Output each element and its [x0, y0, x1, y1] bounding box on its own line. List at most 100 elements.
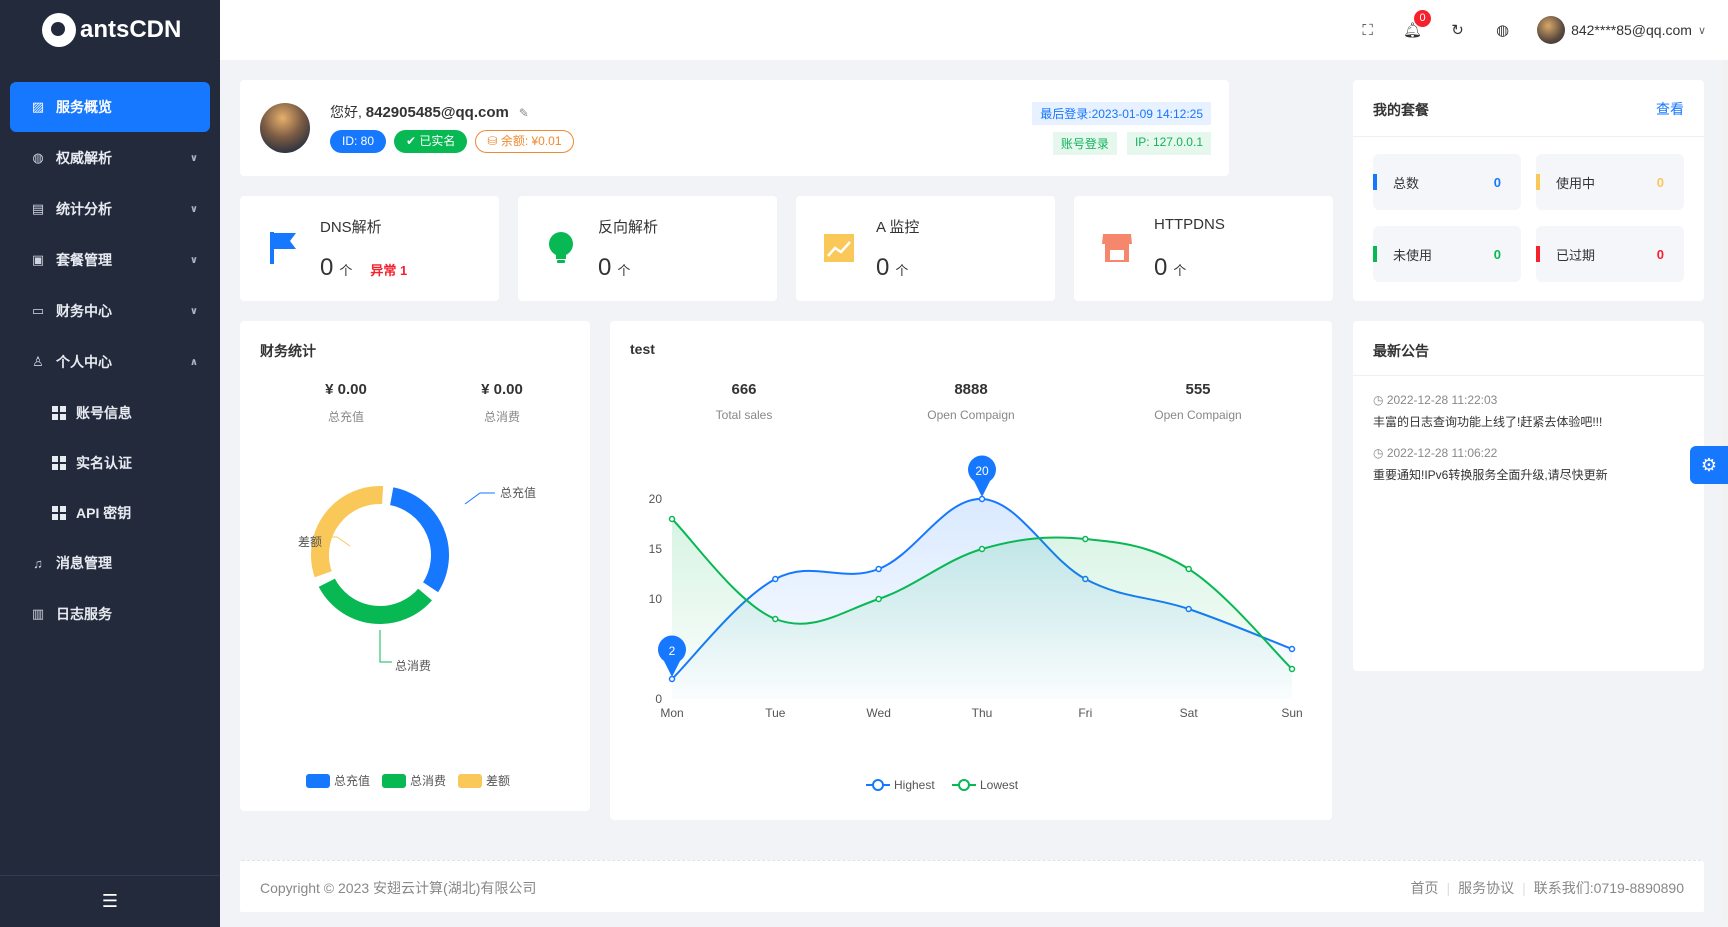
divider	[1353, 136, 1704, 137]
donut-label: 差额	[298, 535, 322, 549]
x-tick-label: Wed	[866, 706, 890, 720]
sidebar-subitem-label: 账号信息	[76, 405, 132, 421]
login-method-badge: 账号登录	[1052, 132, 1117, 155]
footer-link-home[interactable]: 首页	[1411, 878, 1439, 898]
legend-swatch	[458, 774, 482, 788]
login-info: 账号登录 IP: 127.0.0.1	[1052, 132, 1211, 155]
stat-card-reverse-dns[interactable]: 反向解析 0个	[518, 196, 777, 301]
copyright: Copyright © 2023 安翅云计算(湖北)有限公司	[260, 880, 537, 896]
chevron-down-icon: ∨	[189, 305, 198, 317]
refresh-icon[interactable]: ↻	[1435, 21, 1480, 39]
document-icon: ▤	[31, 201, 45, 216]
user-menu[interactable]: 842****85@qq.com ∨	[1537, 16, 1706, 44]
stat-card-httpdns[interactable]: HTTPDNS 0个	[1074, 196, 1333, 301]
sidebar-item-authoritative-dns[interactable]: ◍ 权威解析 ∨	[10, 133, 210, 183]
stat-card-dns[interactable]: DNS解析 0 个 异常 1	[240, 196, 499, 301]
edit-icon[interactable]: ✎	[519, 106, 529, 120]
log-icon: ▥	[31, 606, 45, 621]
chevron-up-icon: ∧	[189, 356, 198, 368]
id-badge: ID: 80	[330, 130, 387, 153]
data-point	[875, 595, 882, 603]
view-package-link[interactable]: 查看	[1656, 99, 1684, 119]
chevron-down-icon: ∨	[189, 254, 198, 266]
y-tick-label: 10	[649, 592, 663, 606]
announcement-item[interactable]: ◷ 2022-12-28 11:22:03 丰富的日志查询功能上线了!赶紧去体验…	[1373, 393, 1684, 430]
stat-unit: 个	[895, 263, 909, 278]
fullscreen-icon[interactable]: ⛶	[1345, 22, 1390, 39]
sidebar-item-logs[interactable]: ▥ 日志服务	[10, 589, 210, 639]
stat-title: A 监控	[876, 219, 920, 236]
clock-icon: ◷	[1373, 446, 1387, 460]
footer-link-agreement[interactable]: 服务协议	[1458, 878, 1514, 898]
stat-title: HTTPDNS	[1154, 216, 1225, 233]
abnormal-count[interactable]: 异常 1	[370, 263, 407, 278]
avatar	[260, 103, 310, 153]
sidebar-item-packages[interactable]: ▣ 套餐管理 ∨	[10, 235, 210, 285]
sidebar-item-messages[interactable]: ♫ 消息管理	[10, 538, 210, 588]
legend-label: 总消费	[410, 774, 446, 788]
sidebar-item-label: 消息管理	[56, 555, 112, 571]
announcement-text: 丰富的日志查询功能上线了!赶紧去体验吧!!!	[1373, 415, 1603, 429]
x-tick-label: Thu	[972, 706, 993, 720]
grid-icon	[52, 456, 66, 470]
test-chart-card: test 666 Total sales 8888 Open Compaign …	[610, 321, 1332, 820]
sidebar-item-label: 权威解析	[56, 150, 112, 166]
footer-link-contact[interactable]: 联系我们:0719-8890890	[1534, 878, 1684, 898]
announcement-item[interactable]: ◷ 2022-12-28 11:06:22 重要通知!IPv6转换服务全面升级,…	[1373, 446, 1684, 483]
bulb-icon	[549, 232, 573, 263]
chevron-down-icon: ∨	[189, 203, 198, 215]
stat-card-a-monitor[interactable]: A 监控 0个	[796, 196, 1055, 301]
card-title: 我的套餐	[1373, 102, 1429, 118]
separator: |	[1446, 880, 1451, 896]
user-email-bold: 842905485@qq.com	[365, 104, 509, 121]
donut-label: 总消费	[395, 659, 431, 673]
annotation-label: 2	[669, 644, 676, 658]
stat-unit: 个	[339, 263, 353, 278]
sidebar-item-label: 日志服务	[56, 606, 112, 622]
sidebar-item-overview[interactable]: ▨ 服务概览	[10, 82, 210, 132]
sidebar-subitem-verification[interactable]: 实名认证	[0, 438, 220, 488]
scrollbar[interactable]	[1722, 60, 1728, 920]
donut-label: 总充值	[500, 485, 536, 500]
brand-logo[interactable]: antsCDN	[0, 0, 220, 60]
settings-gear-button[interactable]: ⚙	[1690, 446, 1728, 484]
greeting-text: 您好,	[330, 104, 362, 120]
sidebar: antsCDN ▨ 服务概览 ◍ 权威解析 ∨ ▤ 统计分析 ∨ ▣ 套餐管理 …	[0, 0, 220, 927]
legend-marker	[958, 779, 970, 791]
package-count: 0	[1656, 174, 1664, 190]
stat-title: DNS解析	[320, 219, 382, 236]
legend-label: Lowest	[980, 778, 1019, 792]
welcome-card: 您好, 842905485@qq.com ✎ ID: 80 ✔︎ 已实名 ⛁ 余…	[240, 80, 1229, 176]
announcement-text: 重要通知!IPv6转换服务全面升级,请尽快更新	[1373, 468, 1608, 482]
bell-icon[interactable]: 🔔︎ 0	[1390, 10, 1435, 39]
language-globe-icon[interactable]: ◍	[1480, 21, 1525, 39]
notification-badge: 0	[1414, 10, 1432, 27]
package-count: 0	[1493, 246, 1501, 262]
data-point	[668, 515, 676, 523]
stat-number: 0	[598, 254, 612, 281]
grid-icon	[52, 406, 66, 420]
sidebar-item-statistics[interactable]: ▤ 统计分析 ∨	[10, 184, 210, 234]
package-count: 0	[1493, 174, 1501, 190]
announcement-list: ◷ 2022-12-28 11:22:03 丰富的日志查询功能上线了!赶紧去体验…	[1373, 393, 1684, 499]
sidebar-collapse-button[interactable]: ☰	[0, 875, 220, 927]
balance-badge: ⛁ 余额: ¥0.01	[475, 130, 574, 153]
sidebar-item-personal[interactable]: ♙ 个人中心 ∧	[10, 337, 210, 387]
package-label: 总数	[1393, 175, 1420, 191]
green-indicator	[1373, 246, 1377, 262]
sidebar-item-label: 服务概览	[56, 99, 112, 115]
stat-number: 0	[1154, 254, 1168, 281]
sidebar-item-finance[interactable]: ▭ 财务中心 ∨	[10, 286, 210, 336]
package-label: 已过期	[1556, 247, 1596, 263]
verified-badge-label: 已实名	[419, 134, 456, 148]
x-tick-label: Sun	[1281, 706, 1302, 720]
user-email: 842****85@qq.com	[1571, 22, 1692, 38]
grid-icon	[52, 506, 66, 520]
sidebar-subitem-api-key[interactable]: API 密钥	[0, 488, 220, 538]
donut-slice	[387, 485, 451, 595]
sidebar-menu: ▨ 服务概览 ◍ 权威解析 ∨ ▤ 统计分析 ∨ ▣ 套餐管理 ∨ ▭ 财务中心…	[0, 82, 220, 639]
sidebar-subitem-account-info[interactable]: 账号信息	[0, 388, 220, 438]
donut-label-line	[464, 492, 495, 505]
footer: Copyright © 2023 安翅云计算(湖北)有限公司 首页 | 服务协议…	[240, 860, 1704, 912]
bell-icon: ♫	[33, 555, 43, 571]
